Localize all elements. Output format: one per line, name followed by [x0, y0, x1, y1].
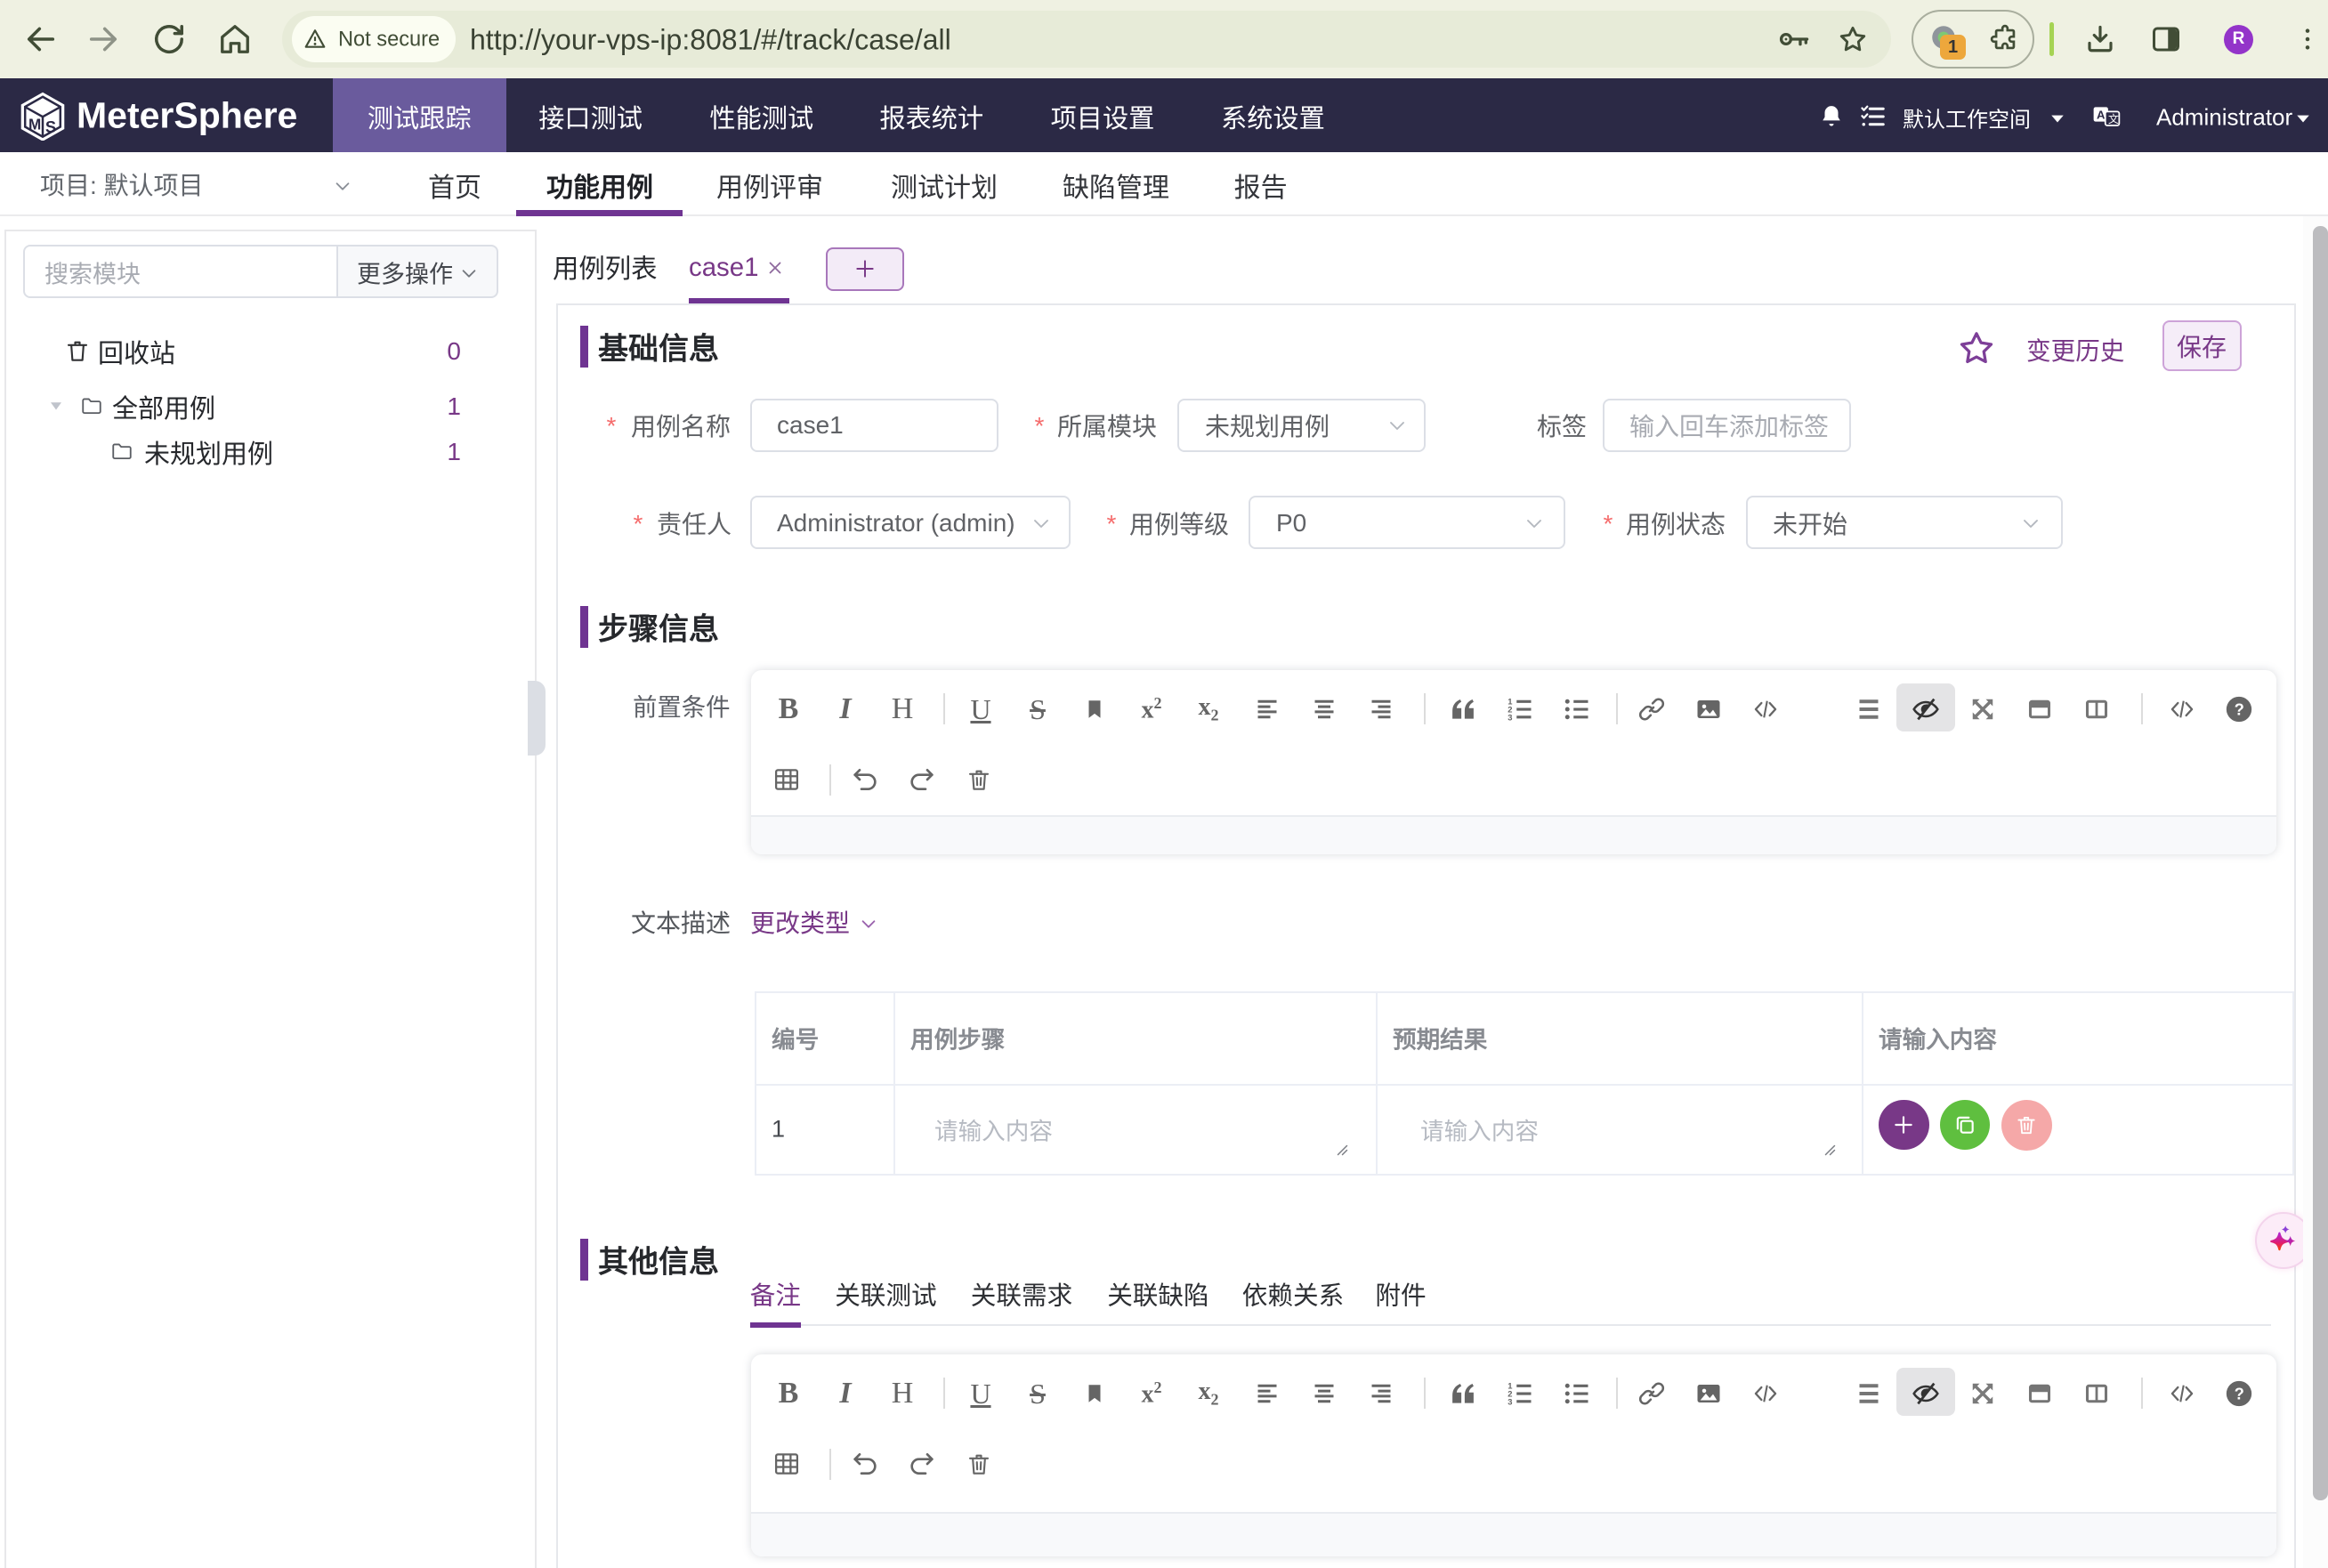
svg-text:M: M: [28, 116, 41, 133]
svg-text:S: S: [45, 117, 56, 136]
svg-text:?: ?: [2235, 1384, 2244, 1402]
svg-text:?: ?: [2235, 699, 2244, 718]
svg-text:A: A: [2097, 109, 2106, 122]
svg-text:3: 3: [1508, 714, 1512, 723]
svg-text:3: 3: [1508, 1398, 1512, 1407]
svg-text:文: 文: [2108, 113, 2119, 125]
